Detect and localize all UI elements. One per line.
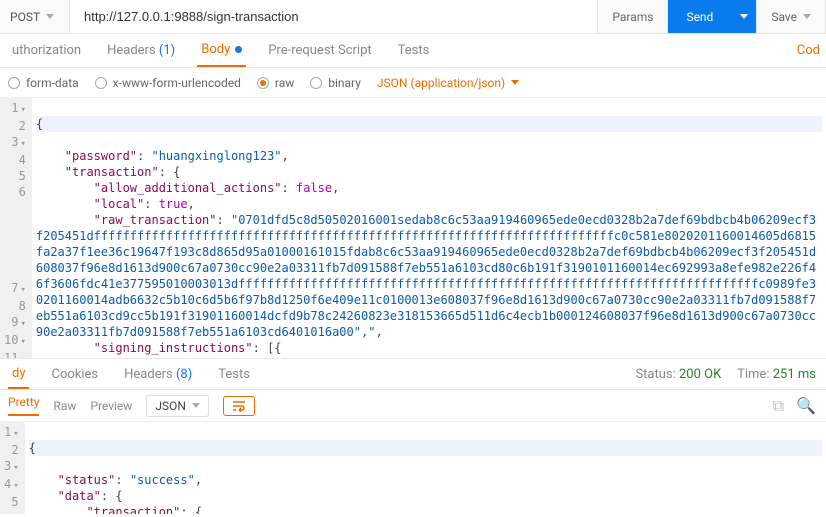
send-button[interactable]: Send: [668, 0, 732, 33]
status-code: 200 OK: [679, 367, 721, 382]
resp-tab-cookies[interactable]: Cookies: [47, 359, 102, 389]
wrap-icon: [232, 400, 246, 412]
save-button[interactable]: Save: [757, 0, 826, 33]
line-gutter: 12345: [0, 422, 25, 514]
view-raw[interactable]: Raw: [53, 399, 76, 413]
request-topbar: POST Params Send Save: [0, 0, 826, 34]
line-gutter: 123456 78910111213: [0, 98, 32, 358]
content-type-selector[interactable]: JSON (application/json): [377, 76, 519, 90]
tab-headers[interactable]: Headers (1): [103, 34, 179, 67]
view-pretty[interactable]: Pretty: [8, 395, 39, 416]
request-body-editor[interactable]: 123456 78910111213 { "password": "huangx…: [0, 98, 826, 358]
response-time: 251 ms: [773, 367, 816, 382]
params-button[interactable]: Params: [598, 0, 668, 33]
send-dropdown[interactable]: [732, 0, 757, 33]
http-method-selector[interactable]: POST: [0, 0, 70, 33]
request-tabs: uthorization Headers (1) Body Pre-reques…: [0, 34, 826, 68]
radio-form-data[interactable]: form-data: [8, 76, 79, 90]
response-tabs: dy Cookies Headers (8) Tests Status: 200…: [0, 358, 826, 390]
search-icon[interactable]: 🔍: [796, 396, 816, 416]
code-link[interactable]: Cod: [797, 43, 820, 58]
url-input[interactable]: [70, 0, 598, 33]
chevron-down-icon: [192, 403, 200, 408]
copy-icon[interactable]: ⧉: [773, 396, 784, 416]
response-meta: Status: 200 OK Time: 251 ms: [635, 367, 816, 382]
chevron-down-icon: [740, 14, 748, 19]
radio-raw[interactable]: raw: [257, 76, 294, 90]
chevron-down-icon: [803, 14, 811, 19]
radio-binary[interactable]: binary: [310, 76, 361, 90]
resp-tab-tests[interactable]: Tests: [214, 359, 254, 389]
radio-urlencoded[interactable]: x-www-form-urlencoded: [95, 76, 241, 90]
code-area[interactable]: { "password": "huangxinglong123", "trans…: [32, 98, 826, 358]
resp-tab-body[interactable]: dy: [8, 359, 29, 389]
view-preview[interactable]: Preview: [90, 399, 132, 413]
chevron-down-icon: [511, 80, 519, 85]
resp-tab-headers[interactable]: Headers (8): [120, 359, 196, 389]
response-toolbar: Pretty Raw Preview JSON ⧉ 🔍: [0, 390, 826, 422]
body-type-row: form-data x-www-form-urlencoded raw bina…: [0, 68, 826, 98]
response-format-selector[interactable]: JSON: [146, 395, 209, 417]
response-body-editor[interactable]: 12345 { "status": "success", "data": { "…: [0, 422, 826, 514]
wrap-lines-toggle[interactable]: [223, 396, 255, 416]
http-method-label: POST: [10, 10, 40, 24]
raw-transaction-value: "0701dfd5c8d50502016001sedab8c6c53aa9194…: [36, 213, 816, 339]
tab-body[interactable]: Body: [197, 34, 246, 67]
tab-authorization[interactable]: uthorization: [8, 34, 85, 67]
tab-prerequest[interactable]: Pre-request Script: [264, 34, 375, 67]
code-area[interactable]: { "status": "success", "data": { "transa…: [25, 422, 826, 514]
tab-tests[interactable]: Tests: [394, 34, 434, 67]
chevron-down-icon: [46, 14, 54, 19]
